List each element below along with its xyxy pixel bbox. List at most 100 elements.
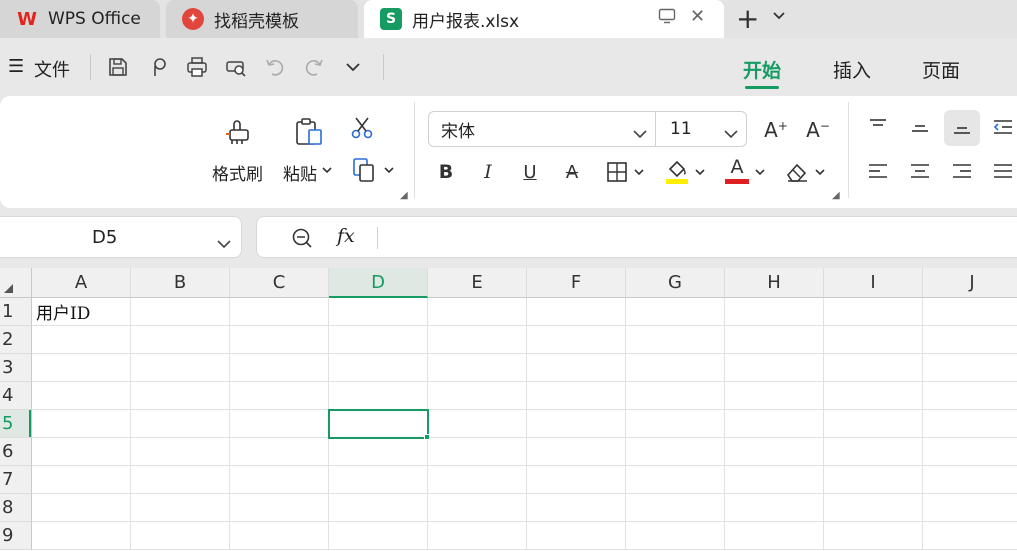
cell-f7[interactable] xyxy=(527,466,626,494)
justify-icon[interactable] xyxy=(991,160,1015,182)
cell-b5[interactable] xyxy=(131,410,230,438)
chevron-down-icon[interactable] xyxy=(633,166,645,178)
column-header-a[interactable]: A xyxy=(32,268,131,298)
select-all-corner[interactable] xyxy=(0,268,32,298)
zoom-formula-icon[interactable] xyxy=(291,227,313,253)
column-header-j[interactable]: J xyxy=(923,268,1017,298)
cell-h6[interactable] xyxy=(725,438,824,466)
cell-d5[interactable] xyxy=(328,409,429,439)
cell-h8[interactable] xyxy=(725,494,824,522)
cell-i9[interactable] xyxy=(824,522,923,550)
chevron-down-icon[interactable] xyxy=(694,166,706,178)
cell-b6[interactable] xyxy=(131,438,230,466)
cut-icon[interactable] xyxy=(348,114,376,142)
tab-wps-office[interactable]: W WPS Office xyxy=(0,0,160,38)
cell-h1[interactable] xyxy=(725,298,824,326)
cell-g1[interactable] xyxy=(626,298,725,326)
cell-i5[interactable] xyxy=(824,410,923,438)
cell-a7[interactable] xyxy=(32,466,131,494)
cell-d1[interactable] xyxy=(329,298,428,326)
cell-c1[interactable] xyxy=(230,298,329,326)
italic-button[interactable]: I xyxy=(476,158,500,186)
chevron-down-icon[interactable] xyxy=(814,166,826,178)
tab-templates[interactable]: ✦ 找稻壳模板 xyxy=(166,0,358,38)
row-header-2[interactable]: 2 xyxy=(0,326,32,354)
cell-g6[interactable] xyxy=(626,438,725,466)
cell-j8[interactable] xyxy=(923,494,1017,522)
cell-f4[interactable] xyxy=(527,382,626,410)
cell-a2[interactable] xyxy=(32,326,131,354)
strikethrough-button[interactable]: A xyxy=(560,158,584,186)
row-header-7[interactable]: 7 xyxy=(0,466,32,494)
cell-h3[interactable] xyxy=(725,354,824,382)
cell-c3[interactable] xyxy=(230,354,329,382)
cell-f3[interactable] xyxy=(527,354,626,382)
insert-function-button[interactable]: fx xyxy=(337,225,355,247)
format-painter-icon[interactable] xyxy=(220,114,256,150)
column-header-h[interactable]: H xyxy=(725,268,824,298)
cell-c8[interactable] xyxy=(230,494,329,522)
print-icon[interactable] xyxy=(184,54,210,80)
menu-icon[interactable]: ☰ xyxy=(8,56,24,77)
ribbon-tab-home[interactable]: 开始 xyxy=(743,56,781,89)
eraser-icon[interactable] xyxy=(784,158,810,186)
cell-e1[interactable] xyxy=(428,298,527,326)
cell-c6[interactable] xyxy=(230,438,329,466)
cell-g3[interactable] xyxy=(626,354,725,382)
redo-icon[interactable] xyxy=(301,54,327,80)
cell-f2[interactable] xyxy=(527,326,626,354)
align-bottom-icon[interactable] xyxy=(944,110,980,146)
cell-j3[interactable] xyxy=(923,354,1017,382)
cell-i4[interactable] xyxy=(824,382,923,410)
chevron-down-icon[interactable] xyxy=(754,166,766,178)
column-header-e[interactable]: E xyxy=(428,268,527,298)
cell-f8[interactable] xyxy=(527,494,626,522)
cell-d8[interactable] xyxy=(329,494,428,522)
font-color-button[interactable]: A xyxy=(724,154,750,186)
column-header-f[interactable]: F xyxy=(527,268,626,298)
undo-icon[interactable] xyxy=(262,54,288,80)
format-painter-button[interactable]: 格式刷 xyxy=(212,160,263,185)
cell-e3[interactable] xyxy=(428,354,527,382)
increase-font-size-button[interactable]: A + xyxy=(762,116,790,144)
cell-d7[interactable] xyxy=(329,466,428,494)
column-header-d[interactable]: D xyxy=(329,268,428,298)
column-header-c[interactable]: C xyxy=(230,268,329,298)
cell-d4[interactable] xyxy=(329,382,428,410)
cell-j6[interactable] xyxy=(923,438,1017,466)
spreadsheet-grid[interactable]: A B C D E F G H I J 1 用户ID 2 3 4 5 6 7 8 9 xyxy=(0,268,1017,551)
column-header-i[interactable]: I xyxy=(824,268,923,298)
column-header-g[interactable]: G xyxy=(626,268,725,298)
row-header-5[interactable]: 5 xyxy=(0,410,32,438)
cell-d2[interactable] xyxy=(329,326,428,354)
column-header-b[interactable]: B xyxy=(131,268,230,298)
cell-h7[interactable] xyxy=(725,466,824,494)
align-middle-icon[interactable] xyxy=(908,118,932,140)
name-box[interactable]: D5 xyxy=(0,216,242,258)
fill-handle[interactable] xyxy=(424,434,430,440)
row-header-6[interactable]: 6 xyxy=(0,438,32,466)
chevron-down-icon[interactable] xyxy=(773,8,785,24)
cell-c4[interactable] xyxy=(230,382,329,410)
cell-g9[interactable] xyxy=(626,522,725,550)
decrease-indent-icon[interactable] xyxy=(991,116,1015,138)
cell-c9[interactable] xyxy=(230,522,329,550)
cell-e9[interactable] xyxy=(428,522,527,550)
copy-icon[interactable] xyxy=(350,156,378,184)
cell-e8[interactable] xyxy=(428,494,527,522)
cell-d6[interactable] xyxy=(329,438,428,466)
close-tab-icon[interactable]: ✕ xyxy=(690,6,705,27)
cell-b1[interactable] xyxy=(131,298,230,326)
cell-e4[interactable] xyxy=(428,382,527,410)
cell-b7[interactable] xyxy=(131,466,230,494)
decrease-font-size-button[interactable]: A − xyxy=(804,116,832,144)
cell-f9[interactable] xyxy=(527,522,626,550)
cell-g5[interactable] xyxy=(626,410,725,438)
cell-h9[interactable] xyxy=(725,522,824,550)
cell-e5[interactable] xyxy=(428,410,527,438)
cell-a3[interactable] xyxy=(32,354,131,382)
cell-a4[interactable] xyxy=(32,382,131,410)
file-menu[interactable]: 文件 xyxy=(34,56,70,82)
cell-g2[interactable] xyxy=(626,326,725,354)
row-header-1[interactable]: 1 xyxy=(0,298,32,326)
